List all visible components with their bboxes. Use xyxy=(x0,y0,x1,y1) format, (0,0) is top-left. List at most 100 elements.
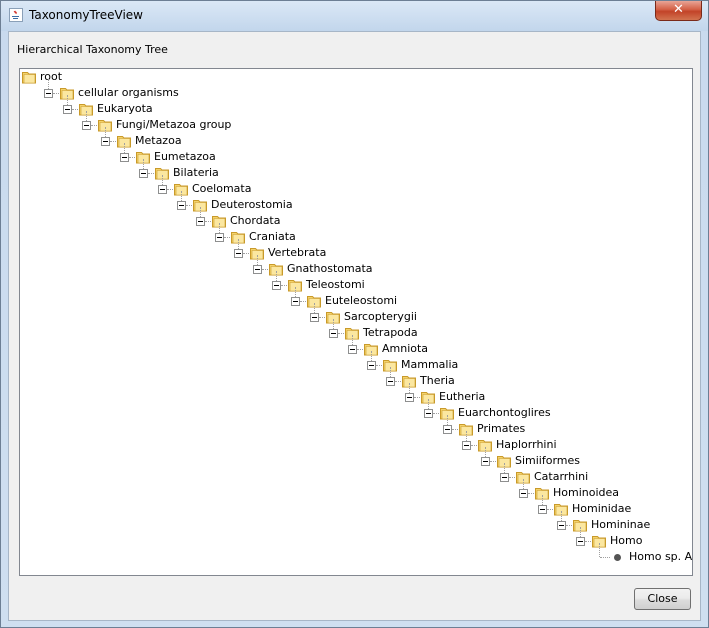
collapse-toggle-icon[interactable] xyxy=(253,265,262,274)
collapse-toggle-icon[interactable] xyxy=(310,313,319,322)
collapse-toggle-icon[interactable] xyxy=(120,153,129,162)
tree-leaf-node[interactable]: Homo sp. Altai xyxy=(21,543,692,565)
tree-node-label: Homininae xyxy=(591,518,651,531)
tree-node[interactable]: Haplorrhini xyxy=(21,431,681,453)
tree-node-label: Sarcopterygii xyxy=(344,310,417,323)
tree-connector-line xyxy=(561,511,562,521)
taxonomy-window: TaxonomyTreeView ✕ Hierarchical Taxonomy… xyxy=(0,0,709,628)
tree-node[interactable]: Amniota xyxy=(21,335,681,357)
tree-node[interactable]: Gnathostomata xyxy=(21,255,681,277)
collapse-toggle-icon[interactable] xyxy=(139,169,148,178)
tree-node[interactable]: Metazoa xyxy=(21,127,681,149)
tree-node-label: Tetrapoda xyxy=(363,326,418,339)
tree-connector-line xyxy=(333,319,334,329)
tree-node[interactable]: Homininae xyxy=(21,511,681,533)
tree-connector-line xyxy=(314,303,315,313)
tree-node-label: Craniata xyxy=(249,230,296,243)
close-button[interactable]: Close xyxy=(634,588,691,610)
tree-node[interactable]: Sarcopterygii xyxy=(21,303,681,325)
tree-node-label: Hominidae xyxy=(572,502,632,515)
collapse-toggle-icon[interactable] xyxy=(63,105,72,114)
tree-connector-line xyxy=(48,79,49,89)
tree-node[interactable]: cellular organisms xyxy=(21,79,681,101)
tree-node[interactable]: Chordata xyxy=(21,207,681,229)
tree-connector-line xyxy=(162,175,163,185)
tree-node[interactable]: Theria xyxy=(21,367,681,389)
collapse-toggle-icon[interactable] xyxy=(291,297,300,306)
dialog-content: Hierarchical Taxonomy Tree root cellular … xyxy=(8,31,701,621)
collapse-toggle-icon[interactable] xyxy=(462,441,471,450)
title-bar[interactable]: TaxonomyTreeView ✕ xyxy=(1,1,708,31)
collapse-toggle-icon[interactable] xyxy=(557,521,566,530)
tree-node[interactable]: Hominoidea xyxy=(21,479,681,501)
tree-node[interactable]: root xyxy=(21,69,681,85)
tree-node[interactable]: Eumetazoa xyxy=(21,143,681,165)
collapse-toggle-icon[interactable] xyxy=(196,217,205,226)
tree-node[interactable]: Euteleostomi xyxy=(21,287,681,309)
collapse-toggle-icon[interactable] xyxy=(234,249,243,258)
tree-node-label: Euarchontoglires xyxy=(458,406,551,419)
collapse-toggle-icon[interactable] xyxy=(272,281,281,290)
collapse-toggle-icon[interactable] xyxy=(158,185,167,194)
tree-node-label: Vertebrata xyxy=(268,246,327,259)
tree-connector-line xyxy=(352,335,353,345)
tree-node-label: Catarrhini xyxy=(534,470,589,483)
tree-node[interactable]: Coelomata xyxy=(21,175,681,197)
tree-node-label: Chordata xyxy=(230,214,281,227)
tree-node-label: Deuterostomia xyxy=(211,198,293,211)
tree-node[interactable]: Craniata xyxy=(21,223,681,245)
tree-node[interactable]: Vertebrata xyxy=(21,239,681,261)
tree-node[interactable]: Homo xyxy=(21,527,681,549)
collapse-toggle-icon[interactable] xyxy=(519,489,528,498)
tree-node[interactable]: Catarrhini xyxy=(21,463,681,485)
tree-node-label: Eutheria xyxy=(439,390,486,403)
tree-node[interactable]: Euarchontoglires xyxy=(21,399,681,421)
tree-connector-line xyxy=(580,527,581,537)
tree-node[interactable]: Mammalia xyxy=(21,351,681,373)
tree-node[interactable]: Bilateria xyxy=(21,159,681,181)
collapse-toggle-icon[interactable] xyxy=(500,473,509,482)
tree-node-label: Simiiformes xyxy=(515,454,581,467)
collapse-toggle-icon[interactable] xyxy=(481,457,490,466)
collapse-toggle-icon[interactable] xyxy=(329,329,338,338)
java-app-icon[interactable] xyxy=(9,8,23,22)
collapse-toggle-icon[interactable] xyxy=(405,393,414,402)
tree-connector-line xyxy=(86,111,87,121)
close-icon: ✕ xyxy=(673,2,684,17)
tree-node[interactable]: Eukaryota xyxy=(21,95,681,117)
collapse-toggle-icon[interactable] xyxy=(101,137,110,146)
collapse-toggle-icon[interactable] xyxy=(424,409,433,418)
tree-node-label: Eukaryota xyxy=(97,102,153,115)
tree-connector-line xyxy=(143,159,144,169)
tree-node-label: Eumetazoa xyxy=(154,150,216,163)
collapse-toggle-icon[interactable] xyxy=(443,425,452,434)
collapse-toggle-icon[interactable] xyxy=(44,89,53,98)
tree-node[interactable]: Primates xyxy=(21,415,681,437)
window-close-button[interactable]: ✕ xyxy=(655,1,702,21)
collapse-toggle-icon[interactable] xyxy=(215,233,224,242)
tree-node[interactable]: Fungi/Metazoa group xyxy=(21,111,681,133)
tree-connector-line xyxy=(371,351,372,361)
tree-node[interactable]: Eutheria xyxy=(21,383,681,405)
tree-connector-line xyxy=(447,415,448,425)
tree-connector-line xyxy=(600,557,610,558)
collapse-toggle-icon[interactable] xyxy=(367,361,376,370)
tree-node-label: Gnathostomata xyxy=(287,262,373,275)
tree-connector-line xyxy=(485,447,486,457)
tree-node[interactable]: Hominidae xyxy=(21,495,681,517)
taxonomy-tree[interactable]: root cellular organisms Eukaryota Fungi/Met… xyxy=(19,68,693,576)
tree-connector-line xyxy=(542,495,543,505)
collapse-toggle-icon[interactable] xyxy=(82,121,91,130)
tree-connector-line xyxy=(124,143,125,153)
tree-node[interactable]: Simiiformes xyxy=(21,447,681,469)
tree-node[interactable]: Deuterostomia xyxy=(21,191,681,213)
collapse-toggle-icon[interactable] xyxy=(386,377,395,386)
collapse-toggle-icon[interactable] xyxy=(576,537,585,546)
folder-icon xyxy=(21,69,37,85)
collapse-toggle-icon[interactable] xyxy=(538,505,547,514)
tree-node[interactable]: Tetrapoda xyxy=(21,319,681,341)
collapse-toggle-icon[interactable] xyxy=(348,345,357,354)
tree-node[interactable]: Teleostomi xyxy=(21,271,681,293)
tree-node-label: Hominoidea xyxy=(553,486,620,499)
collapse-toggle-icon[interactable] xyxy=(177,201,186,210)
